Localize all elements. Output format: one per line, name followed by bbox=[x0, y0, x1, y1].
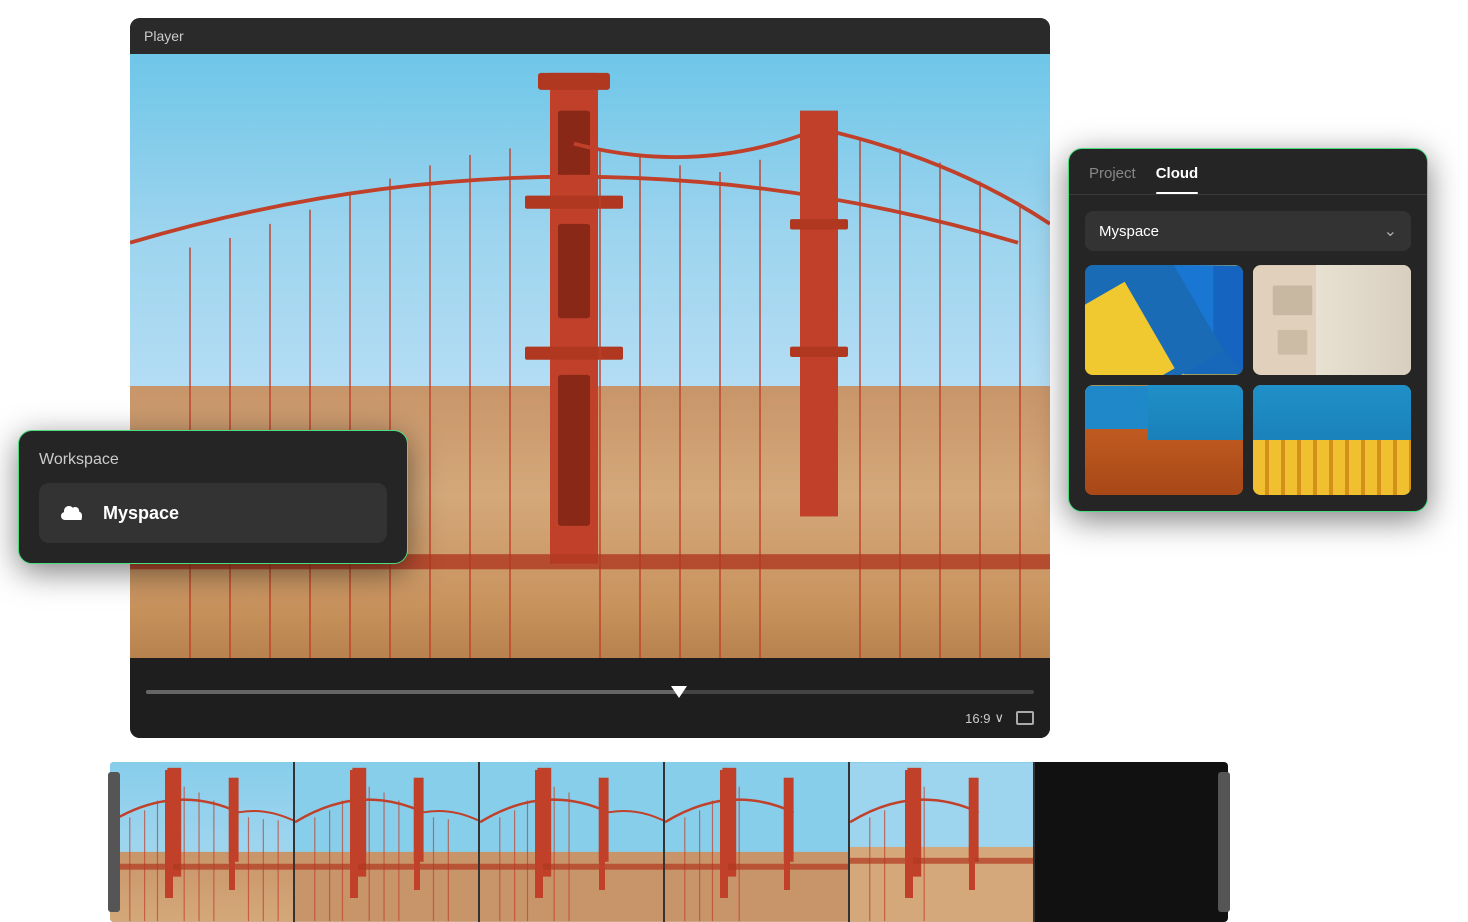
player-title: Player bbox=[144, 28, 184, 44]
thumb-3-image bbox=[1085, 385, 1243, 495]
aspect-ratio-label: 16:9 bbox=[965, 711, 990, 726]
cloud-dropdown-label: Myspace bbox=[1099, 223, 1159, 240]
chevron-down-icon: ⌄ bbox=[1384, 221, 1397, 241]
cloud-thumb-1[interactable] bbox=[1085, 265, 1243, 375]
filmstrip-frame bbox=[295, 762, 480, 922]
timeline-dots: (function() { const container = document… bbox=[130, 706, 1050, 714]
filmstrip[interactable] bbox=[110, 762, 1228, 922]
workspace-myspace-item[interactable]: Myspace bbox=[39, 483, 387, 543]
player-timeline: (function() { const container = document… bbox=[130, 658, 1050, 738]
workspace-panel: Workspace Myspace bbox=[18, 430, 408, 564]
cloud-thumb-2[interactable] bbox=[1253, 265, 1411, 375]
cloud-thumbnail-grid bbox=[1085, 265, 1411, 495]
scrubber-fill bbox=[146, 690, 679, 694]
tab-cloud[interactable]: Cloud bbox=[1156, 165, 1199, 194]
fullscreen-button[interactable] bbox=[1016, 711, 1034, 725]
bridge-image bbox=[130, 54, 1050, 658]
cloud-thumb-4[interactable] bbox=[1253, 385, 1411, 495]
filmstrip-frame bbox=[665, 762, 850, 922]
mini-bridge-1 bbox=[110, 762, 293, 922]
aspect-ratio-button[interactable]: 16:9 ∨ bbox=[965, 710, 1004, 726]
bridge-svg bbox=[130, 54, 1050, 658]
mini-bridge-4 bbox=[665, 762, 848, 922]
cloud-workspace-dropdown[interactable]: Myspace ⌄ bbox=[1085, 211, 1411, 251]
filmstrip-handle-right[interactable] bbox=[1218, 772, 1230, 912]
workspace-myspace-label: Myspace bbox=[103, 503, 179, 524]
cloud-panel: Project Cloud Myspace ⌄ bbox=[1068, 148, 1428, 512]
aspect-ratio-chevron: ∨ bbox=[994, 710, 1004, 726]
filmstrip-inner bbox=[110, 762, 1228, 922]
thumb-1-image bbox=[1085, 265, 1243, 375]
cloud-thumb-3[interactable] bbox=[1085, 385, 1243, 495]
thumb-4-image bbox=[1253, 385, 1411, 495]
filmstrip-frame bbox=[480, 762, 665, 922]
aspect-control: 16:9 ∨ bbox=[965, 710, 1034, 726]
mini-bridge-5 bbox=[850, 762, 1033, 922]
mini-bridge-3 bbox=[480, 762, 663, 922]
cloud-icon-svg bbox=[59, 502, 87, 524]
filmstrip-frame bbox=[850, 762, 1035, 922]
workspace-panel-title: Workspace bbox=[39, 451, 387, 469]
scrubber-playhead bbox=[671, 686, 687, 698]
cloud-icon bbox=[57, 497, 89, 529]
mini-bridge-2 bbox=[295, 762, 478, 922]
player-window: Player bbox=[130, 18, 1050, 738]
filmstrip-frame bbox=[110, 762, 295, 922]
scrubber-bar[interactable] bbox=[146, 690, 1034, 694]
player-video-area bbox=[130, 54, 1050, 658]
filmstrip-handle-left[interactable] bbox=[108, 772, 120, 912]
player-title-bar: Player bbox=[130, 18, 1050, 54]
cloud-panel-content: Myspace ⌄ bbox=[1069, 195, 1427, 511]
cloud-panel-tabs: Project Cloud bbox=[1069, 149, 1427, 195]
tab-project[interactable]: Project bbox=[1089, 165, 1136, 194]
thumb-2-image bbox=[1253, 265, 1411, 375]
